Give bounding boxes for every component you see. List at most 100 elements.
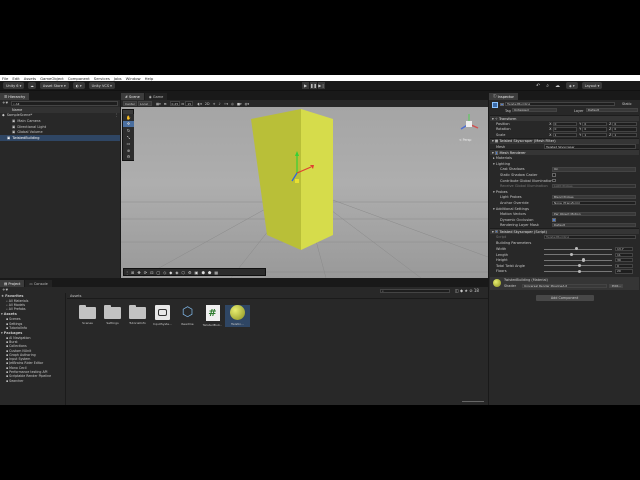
tab-scene[interactable]: # Scene bbox=[121, 93, 144, 100]
asset-tile[interactable]: Scenes bbox=[75, 305, 100, 327]
render-mode-icon[interactable]: ◐▾ bbox=[197, 102, 202, 106]
slider-value-field[interactable]: 30 bbox=[615, 258, 633, 263]
asset-tile[interactable]: ⬡ Readme bbox=[175, 305, 200, 327]
rendering-layer-mask-dropdown[interactable]: Default bbox=[552, 223, 636, 228]
slider-value-field[interactable]: 13.7 bbox=[615, 246, 633, 252]
cube-icon[interactable]: ▣ bbox=[195, 270, 199, 275]
tab-console[interactable]: ▭ Console bbox=[25, 280, 52, 287]
menu-window[interactable]: Window bbox=[126, 76, 141, 81]
scene-camera-icon[interactable]: ■▾ bbox=[237, 102, 242, 106]
scene-view-tool-dropdown[interactable]: ◐ ▾ bbox=[72, 82, 85, 89]
script-enabled-checkbox[interactable] bbox=[494, 229, 499, 234]
pivot-local-dropdown[interactable]: Local bbox=[138, 101, 152, 106]
slider-track[interactable] bbox=[544, 258, 612, 262]
project-add-icon[interactable]: +▾ bbox=[2, 288, 8, 293]
2d-toggle-icon[interactable]: 2D bbox=[205, 102, 210, 106]
tag-dropdown[interactable]: Untagged bbox=[512, 108, 557, 113]
move-handle-icon[interactable]: ✥ bbox=[137, 270, 140, 275]
cloud-button[interactable]: ☁ bbox=[28, 82, 36, 89]
search-icon[interactable]: ⌕ bbox=[546, 83, 549, 89]
asset-store-button[interactable]: Asset Store ▾ bbox=[39, 82, 69, 89]
hierarchy-search-input[interactable]: ⌕ All bbox=[11, 101, 118, 106]
version-control-button[interactable]: Unity VCS ▾ bbox=[88, 82, 115, 89]
tab-hierarchy[interactable]: ☰ Hierarchy bbox=[0, 93, 30, 100]
more-icon[interactable]: ▦ bbox=[214, 270, 218, 275]
rotate-tool-icon[interactable]: ↻ bbox=[123, 127, 134, 134]
rotate-handle-icon[interactable]: ⟳ bbox=[144, 270, 147, 275]
add-icon[interactable]: +▾ bbox=[2, 101, 8, 106]
breadcrumb-assets[interactable]: Assets bbox=[70, 294, 81, 298]
pause-button[interactable]: ❚❚ bbox=[310, 82, 317, 89]
vertex-icon[interactable]: ◈ bbox=[175, 270, 178, 275]
gizmos-dropdown-icon[interactable]: ◍▾ bbox=[245, 102, 250, 106]
shader-dropdown[interactable]: Universal Render Pipeline/Lit bbox=[522, 283, 607, 289]
slider-value-field[interactable]: 20 bbox=[615, 269, 633, 274]
settings-icon[interactable]: ⚙ bbox=[188, 270, 192, 275]
slider-track[interactable] bbox=[544, 263, 612, 268]
scene-menu-icon[interactable]: ⋮ bbox=[115, 113, 119, 117]
static-label[interactable]: Static bbox=[622, 102, 632, 106]
persp-label[interactable]: < Persp bbox=[459, 138, 471, 142]
asset-tile[interactable]: InputSyste... bbox=[150, 305, 175, 327]
shape-icon[interactable]: ⬢ bbox=[201, 270, 205, 275]
transform-y-field[interactable]: 1 bbox=[582, 132, 607, 138]
snap-increment-icon[interactable]: ⊞ bbox=[164, 102, 167, 106]
material-title[interactable]: TwistedBuilding (Material) bbox=[504, 278, 548, 282]
hidden-objects-icon[interactable]: ◎ bbox=[231, 102, 234, 106]
tab-project[interactable]: ▤ Project bbox=[0, 280, 25, 287]
step-button[interactable]: ▶❘ bbox=[318, 82, 325, 89]
static-shadow-checkbox[interactable] bbox=[552, 173, 556, 177]
transform-z-field[interactable]: 0 bbox=[612, 121, 637, 126]
receive-gi-dropdown[interactable]: Light Probes bbox=[552, 183, 636, 189]
grid-snap-icon[interactable]: ⊞ bbox=[131, 270, 134, 275]
move-tool-icon[interactable]: ✥ bbox=[123, 120, 134, 128]
grid-visibility-icon[interactable]: ▦▾ bbox=[156, 102, 161, 106]
transform-z-field[interactable]: 0 bbox=[612, 127, 637, 132]
menu-assets[interactable]: Assets bbox=[24, 76, 36, 81]
tab-inspector[interactable]: ⓘ Inspector bbox=[489, 93, 518, 100]
dynamic-occlusion-checkbox[interactable] bbox=[552, 217, 556, 222]
add-component-button[interactable]: Add Component bbox=[535, 295, 594, 302]
slider-thumb[interactable] bbox=[578, 263, 582, 268]
transform-x-field[interactable]: 1 bbox=[552, 132, 578, 138]
mesh-renderer-checkbox[interactable] bbox=[494, 151, 499, 155]
slider-thumb[interactable] bbox=[569, 252, 574, 256]
orientation-gizmo[interactable] bbox=[457, 112, 481, 136]
snap-to-grid-icon[interactable]: ⊡ bbox=[150, 270, 153, 275]
script-field[interactable]: TwistedBuilding bbox=[544, 234, 636, 240]
mesh-field[interactable]: Twisted Skyscraper bbox=[544, 144, 636, 149]
face-icon[interactable]: ◆ bbox=[169, 270, 172, 275]
probuilder-icon[interactable]: ⬡ bbox=[181, 270, 185, 275]
slider-track[interactable] bbox=[544, 247, 612, 251]
transform-y-field[interactable]: 0 bbox=[582, 121, 607, 126]
play-button[interactable]: ▶ bbox=[302, 82, 309, 89]
transform-x-field[interactable]: 0 bbox=[552, 127, 578, 132]
scale-tool-icon[interactable]: ⤡ bbox=[123, 133, 134, 141]
menu-gameobject[interactable]: GameObject bbox=[40, 76, 64, 81]
cloud-icon[interactable]: ☁ bbox=[555, 83, 560, 89]
lighting-toggle-icon[interactable]: ☀ bbox=[213, 102, 216, 106]
transform-z-field[interactable]: 1 bbox=[612, 132, 637, 138]
light-probes-dropdown[interactable]: Blend Probes bbox=[552, 195, 636, 200]
object-name-field[interactable]: TwistedBuilding bbox=[505, 102, 615, 107]
transform-x-field[interactable]: 0 bbox=[552, 121, 578, 126]
anchor-override-field[interactable]: None (Transform) bbox=[552, 200, 636, 206]
tab-game[interactable]: ◉ Game bbox=[144, 93, 168, 100]
custom-tool-icon[interactable]: ⚙ bbox=[123, 153, 134, 161]
asset-zoom-slider[interactable] bbox=[462, 401, 484, 402]
cast-shadows-dropdown[interactable]: On bbox=[552, 167, 636, 172]
slider-thumb[interactable] bbox=[578, 269, 582, 273]
rect-tool-icon[interactable]: ▭ bbox=[123, 140, 134, 147]
slider-value-field[interactable]: 11 bbox=[615, 252, 633, 257]
snap-increment-field[interactable]: 0.25 bbox=[169, 101, 180, 106]
layers-dropdown[interactable]: ◈ ▾ bbox=[566, 82, 578, 89]
menu-edit[interactable]: Edit bbox=[12, 76, 19, 81]
slider-track[interactable] bbox=[544, 252, 612, 256]
layout-dropdown[interactable]: Layout ▾ bbox=[581, 82, 603, 89]
menu-help[interactable]: Help bbox=[145, 76, 154, 81]
project-tree-item[interactable]: ▪ Searcher bbox=[0, 379, 65, 383]
pivot-center-dropdown[interactable]: Center bbox=[123, 101, 137, 106]
slider-thumb[interactable] bbox=[575, 247, 579, 251]
twisted-building-mesh[interactable] bbox=[121, 107, 488, 278]
slider-thumb[interactable] bbox=[582, 258, 586, 262]
